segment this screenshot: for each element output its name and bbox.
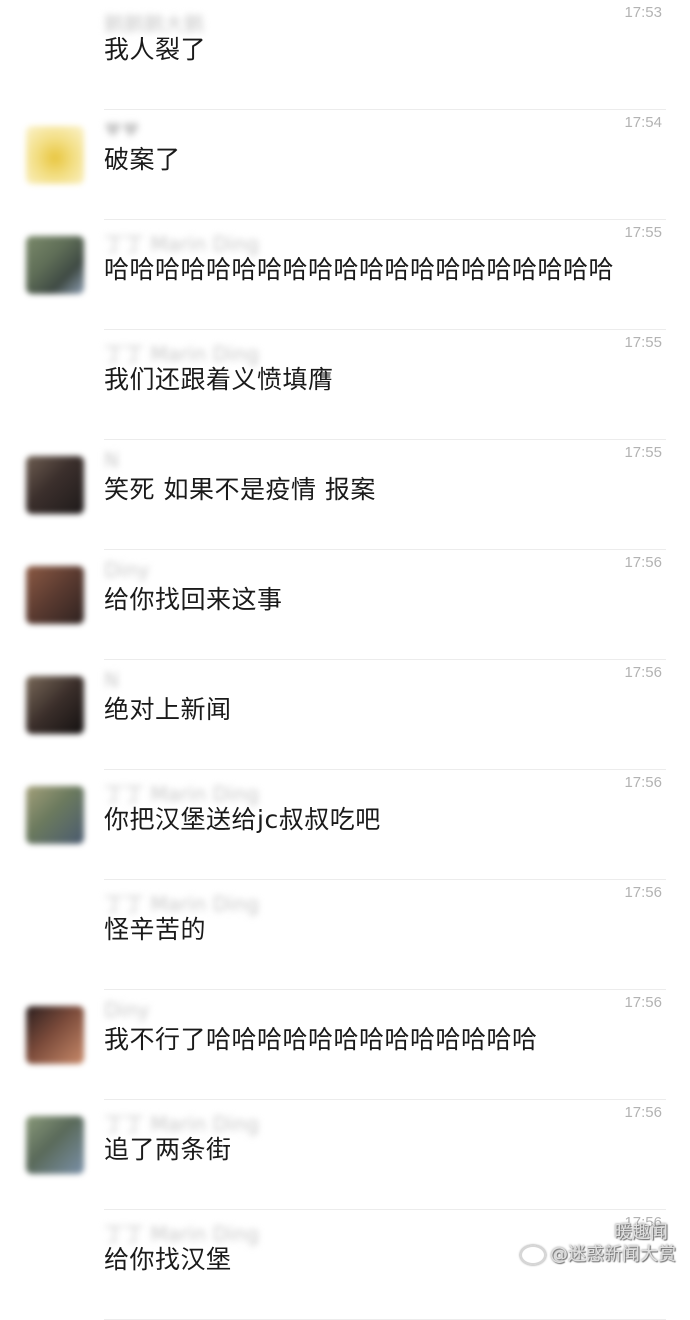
chat-message[interactable]: 鹅鹅鹅大鹅 17:53 我人裂了 bbox=[0, 0, 690, 110]
watermark-bottom-text: @迷惑新闻大赏 bbox=[550, 1244, 676, 1265]
message-time: 17:53 bbox=[624, 4, 662, 21]
message-time: 17:55 bbox=[624, 444, 662, 461]
message-text: 给你找汉堡 bbox=[104, 1245, 232, 1274]
message-time: 17:54 bbox=[624, 114, 662, 131]
message-time: 17:56 bbox=[624, 1104, 662, 1121]
avatar[interactable] bbox=[26, 786, 84, 844]
message-time: 17:55 bbox=[624, 334, 662, 351]
message-time: 17:55 bbox=[624, 224, 662, 241]
chat-message[interactable]: 丁丁 Marin Ding 17:56 怪辛苦的 bbox=[0, 880, 690, 990]
watermark-top-text: 暖趣闻 bbox=[614, 1222, 668, 1243]
avatar[interactable] bbox=[26, 1116, 84, 1174]
chat-message-list: 鹅鹅鹅大鹅 17:53 我人裂了 ♥♥ 17:54 破案了 丁丁 Marin Ding 17:… bbox=[0, 0, 690, 1320]
message-time: 17:56 bbox=[624, 554, 662, 571]
sender-name: N bbox=[104, 668, 119, 692]
chat-message[interactable]: 丁丁 Marin Ding 17:56 你把汉堡送给jc叔叔吃吧 bbox=[0, 770, 690, 880]
chat-message[interactable]: 丁丁 Marin Ding 17:55 哈哈哈哈哈哈哈哈哈哈哈哈哈哈哈哈哈哈哈哈 bbox=[0, 220, 690, 330]
sender-name: Diny bbox=[104, 998, 150, 1022]
chat-message[interactable]: N 17:55 笑死 如果不是疫情 报案 bbox=[0, 440, 690, 550]
weibo-icon bbox=[520, 1245, 546, 1265]
avatar[interactable] bbox=[26, 236, 84, 294]
message-text: 绝对上新闻 bbox=[104, 695, 232, 724]
avatar[interactable] bbox=[26, 566, 84, 624]
message-text: 你把汉堡送给jc叔叔吃吧 bbox=[104, 805, 381, 834]
chat-message[interactable]: ♥♥ 17:54 破案了 bbox=[0, 110, 690, 220]
chat-message[interactable]: 丁丁 Marin Ding 17:56 追了两条街 bbox=[0, 1100, 690, 1210]
chat-message[interactable]: Diny 17:56 给你找回来这事 bbox=[0, 550, 690, 660]
message-text: 我不行了哈哈哈哈哈哈哈哈哈哈哈哈哈 bbox=[104, 1025, 538, 1054]
sender-name: Diny bbox=[104, 558, 150, 582]
chat-message[interactable]: 丁丁 Marin Ding 17:55 我们还跟着义愤填膺 bbox=[0, 330, 690, 440]
message-text: 哈哈哈哈哈哈哈哈哈哈哈哈哈哈哈哈哈哈哈哈 bbox=[104, 255, 615, 284]
message-time: 17:56 bbox=[624, 994, 662, 1011]
message-text: 怪辛苦的 bbox=[104, 915, 207, 944]
avatar[interactable] bbox=[26, 456, 84, 514]
avatar[interactable] bbox=[26, 676, 84, 734]
chat-message[interactable]: N 17:56 绝对上新闻 bbox=[0, 660, 690, 770]
watermark: 暖趣闻 @迷惑新闻大赏 bbox=[520, 1222, 676, 1266]
avatar[interactable] bbox=[26, 126, 84, 184]
message-time: 17:56 bbox=[624, 774, 662, 791]
message-text: 追了两条街 bbox=[104, 1135, 232, 1164]
chat-message[interactable]: Diny 17:56 我不行了哈哈哈哈哈哈哈哈哈哈哈哈哈 bbox=[0, 990, 690, 1100]
message-text: 破案了 bbox=[104, 145, 181, 174]
sender-name: N bbox=[104, 448, 119, 472]
sender-name: ♥♥ bbox=[104, 118, 140, 142]
message-text: 笑死 如果不是疫情 报案 bbox=[104, 475, 376, 504]
message-time: 17:56 bbox=[624, 664, 662, 681]
message-text: 给你找回来这事 bbox=[104, 585, 283, 614]
avatar[interactable] bbox=[26, 1006, 84, 1064]
message-text: 我们还跟着义愤填膺 bbox=[104, 365, 334, 394]
message-time: 17:56 bbox=[624, 884, 662, 901]
message-text: 我人裂了 bbox=[104, 35, 207, 64]
